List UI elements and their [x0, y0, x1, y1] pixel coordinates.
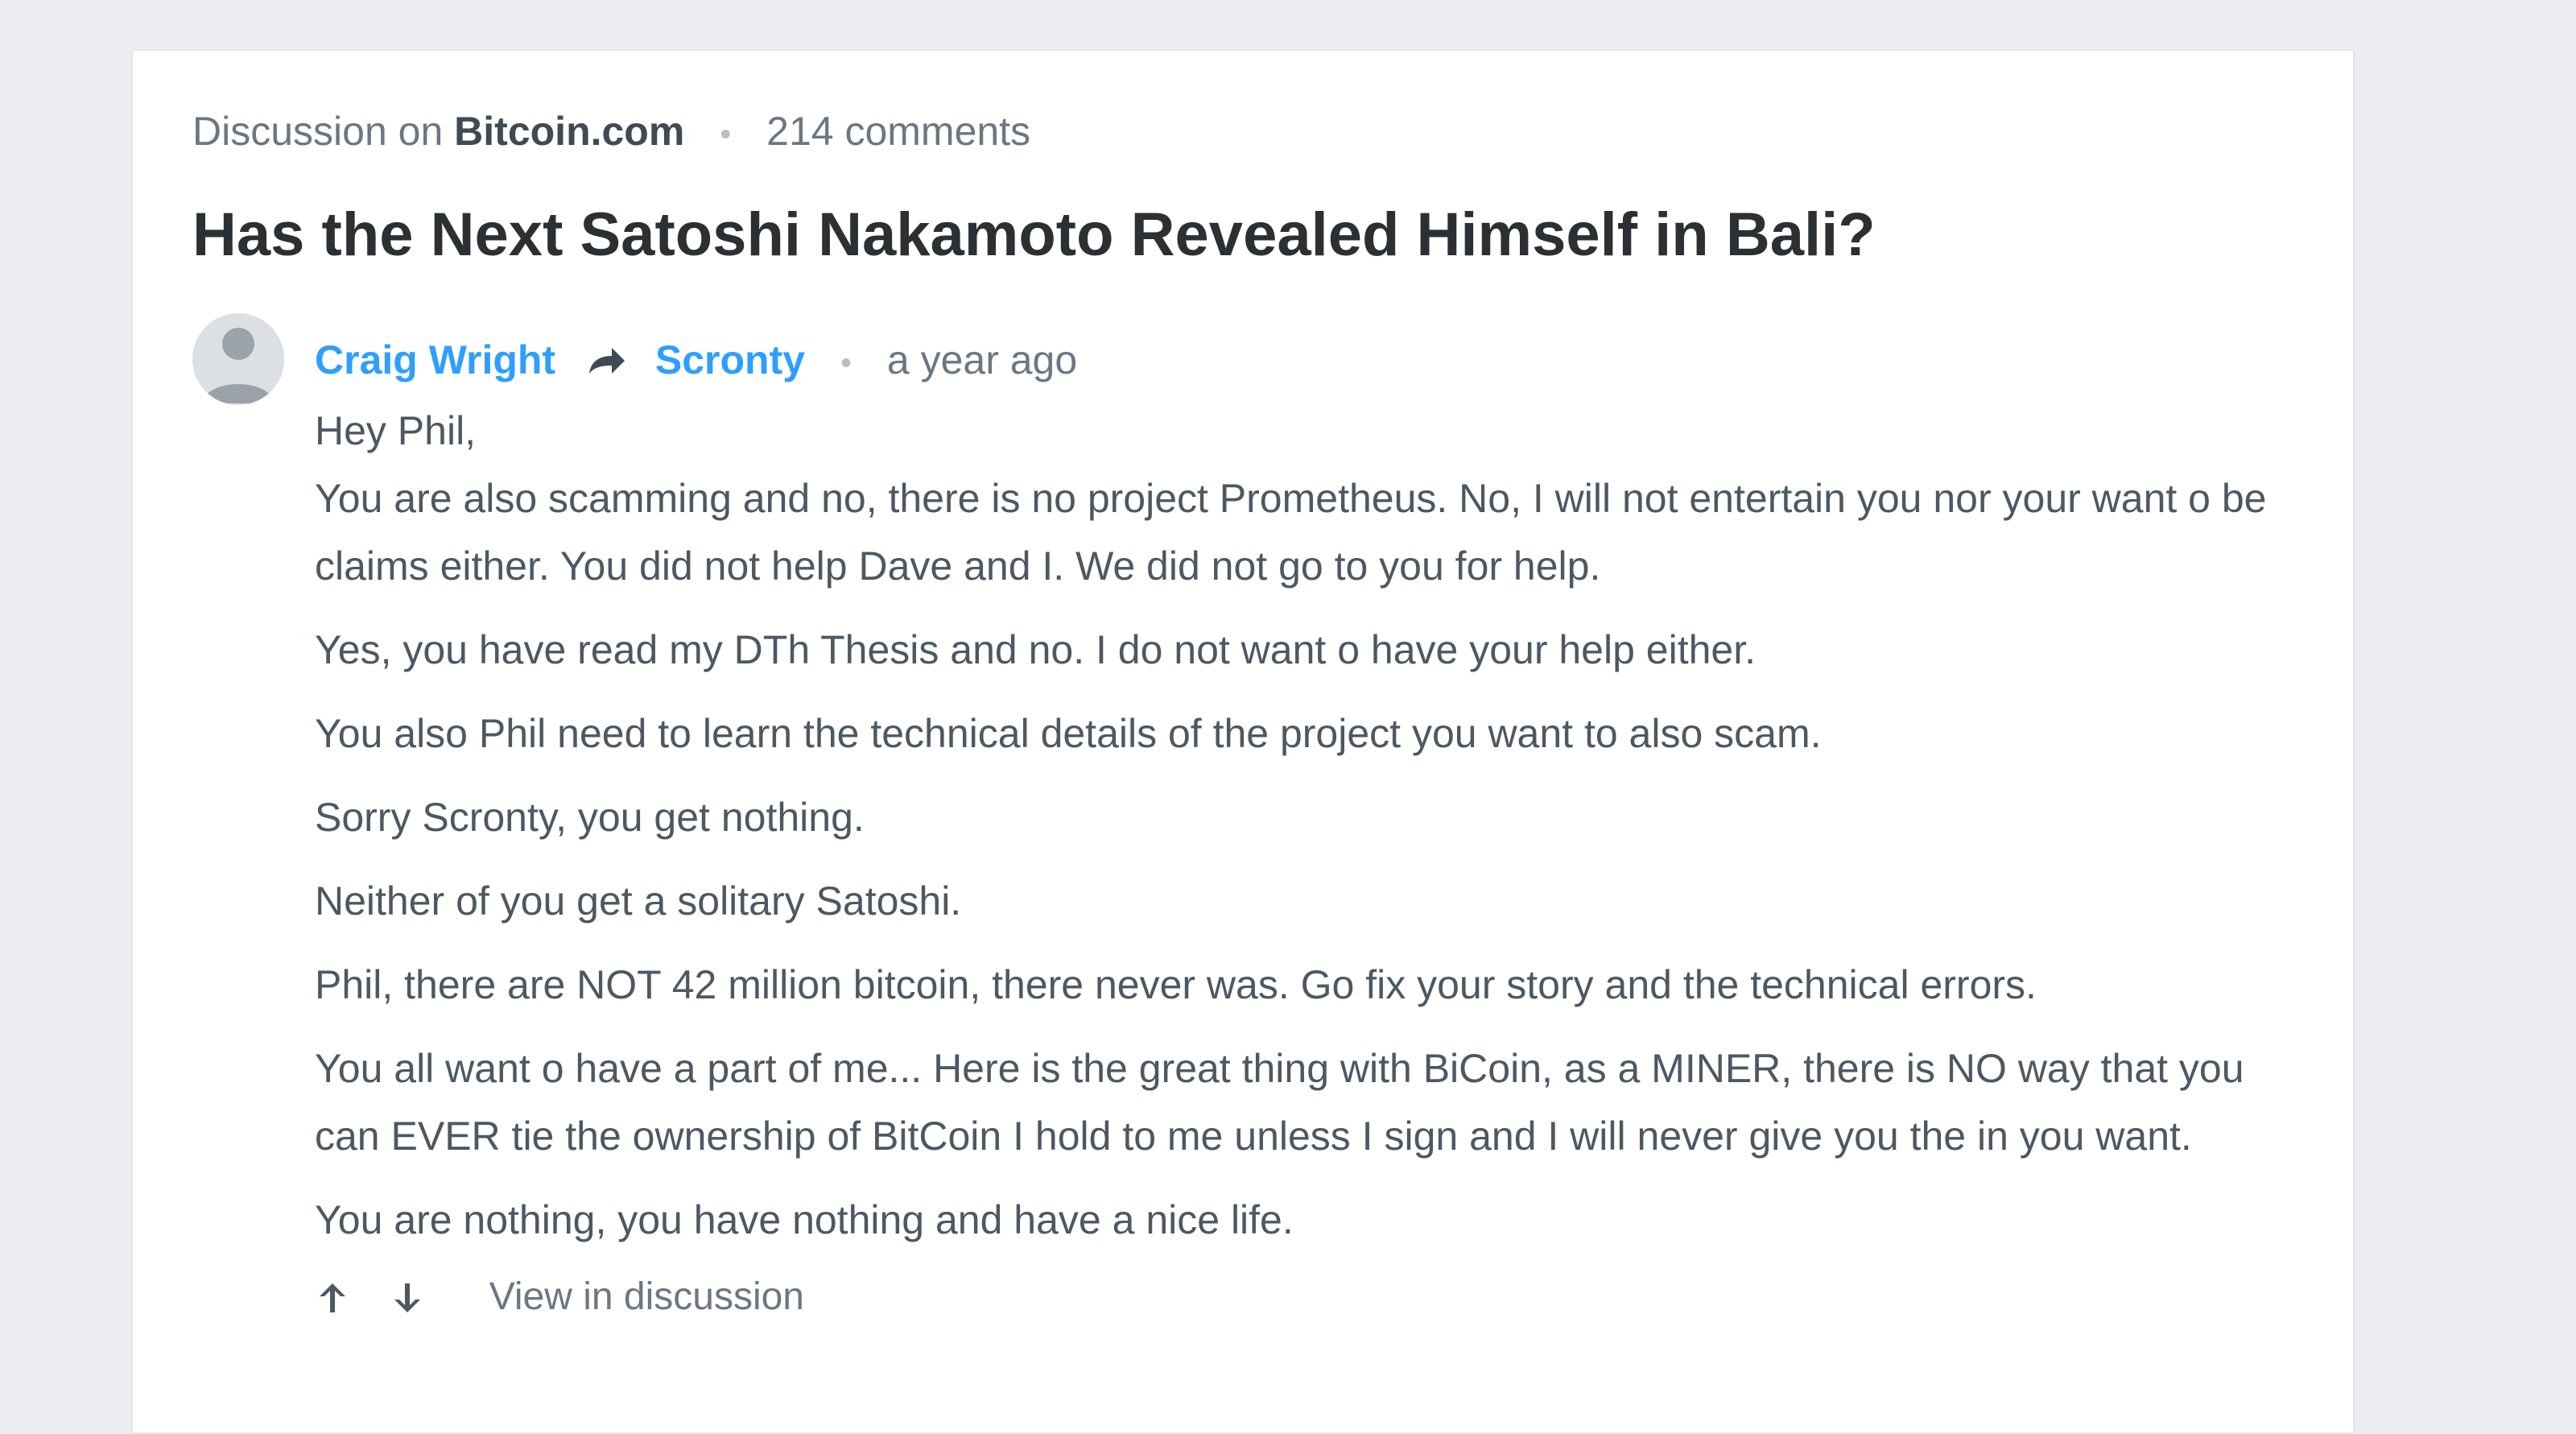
separator-dot: •: [720, 116, 732, 152]
comment-paragraph: Yes, you have read my DTh Thesis and no.…: [315, 626, 1756, 672]
author-name[interactable]: Craig Wright: [315, 337, 555, 382]
comment-count[interactable]: 214 comments: [766, 109, 1030, 154]
comment-header: Craig Wright Scronty • a year ago: [315, 313, 2293, 387]
comment-paragraph: Hey Phil,: [315, 407, 477, 453]
user-placeholder-icon: [192, 312, 284, 405]
comment-paragraph: You are also scamming and no, there is n…: [315, 475, 2267, 589]
comment-actions: View in discussion: [315, 1271, 2293, 1321]
comment-paragraph: You are nothing, you have nothing and ha…: [315, 1196, 1294, 1242]
view-in-discussion-link[interactable]: View in discussion: [489, 1275, 804, 1318]
article-title[interactable]: Has the Next Satoshi Nakamoto Revealed H…: [192, 199, 2293, 271]
comment-paragraph: Phil, there are NOT 42 million bitcoin, …: [315, 961, 2037, 1007]
comment-timestamp[interactable]: a year ago: [887, 337, 1077, 382]
comment-paragraph: Neither of you get a solitary Satoshi.: [315, 878, 962, 924]
comment: Craig Wright Scronty • a year ago Hey Ph…: [192, 312, 2293, 1321]
comment-paragraph: Sorry Scronty, you get nothing.: [315, 794, 865, 840]
discussion-card: Discussion on Bitcoin.com • 214 comments…: [131, 49, 2355, 1434]
discussion-prefix: Discussion on: [192, 109, 444, 154]
comment-paragraph: You all want o have a part of me... Here…: [315, 1045, 2244, 1159]
arrow-down-icon[interactable]: [390, 1279, 425, 1315]
comment-body: Hey Phil, You are also scamming and no, …: [315, 397, 2293, 1254]
avatar[interactable]: [192, 312, 284, 405]
arrow-up-icon[interactable]: [315, 1279, 350, 1315]
discussion-meta: Discussion on Bitcoin.com • 214 comments: [192, 107, 2293, 159]
card-content: Discussion on Bitcoin.com • 214 comments…: [192, 107, 2293, 1321]
reply-to-name[interactable]: Scronty: [655, 337, 805, 382]
comment-paragraph: You also Phil need to learn the technica…: [315, 710, 1822, 756]
reply-arrow-icon: [586, 339, 626, 387]
separator-dot: •: [840, 345, 852, 381]
site-link[interactable]: Bitcoin.com: [454, 109, 684, 154]
